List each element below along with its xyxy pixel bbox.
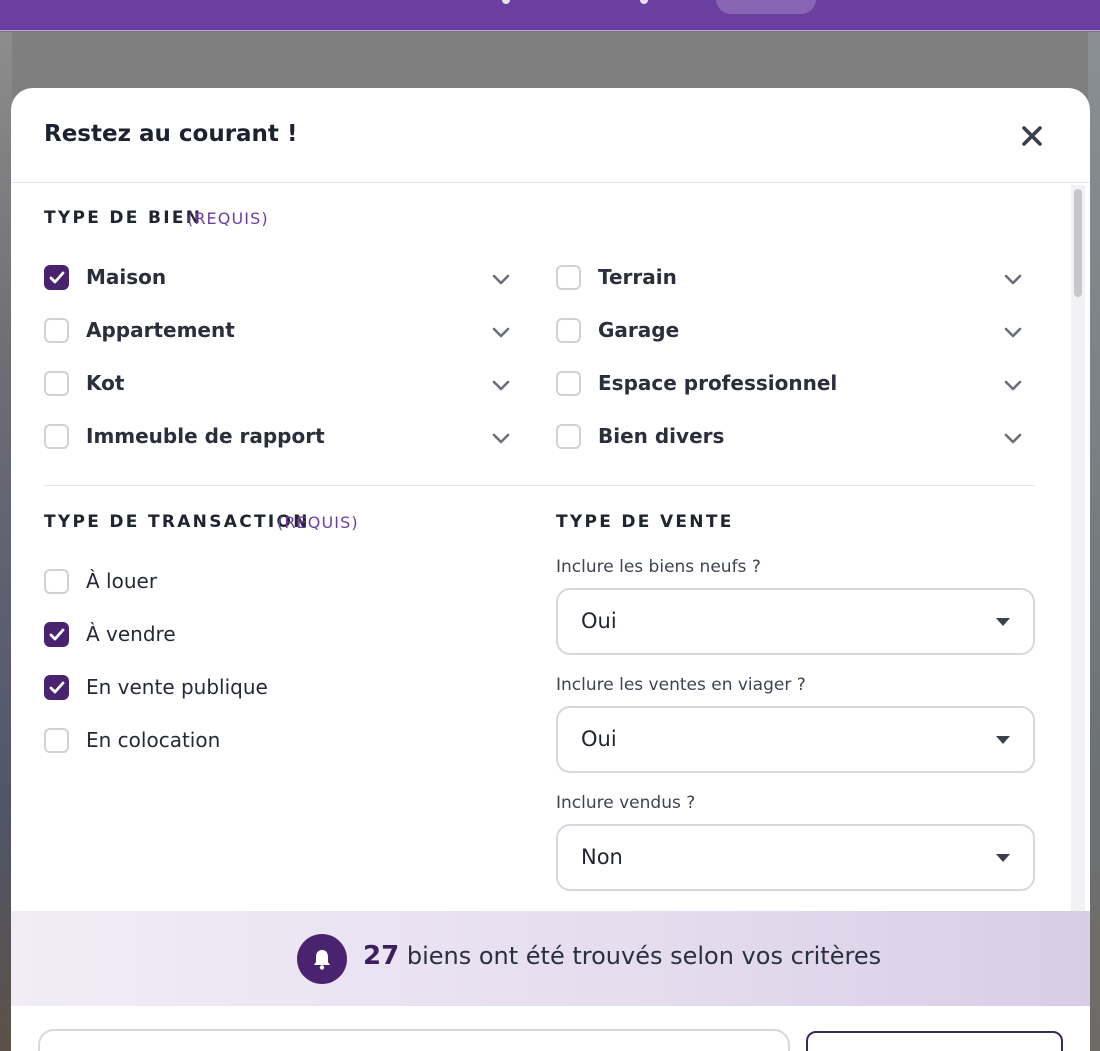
property-type-heading: TYPE DE BIEN bbox=[44, 208, 203, 228]
checkbox[interactable] bbox=[44, 674, 69, 700]
checkbox[interactable] bbox=[44, 568, 69, 594]
results-count: 27 bbox=[363, 941, 400, 971]
checkmark-icon bbox=[49, 271, 64, 283]
results-bar: 27 biens ont été trouvés selon vos critè… bbox=[11, 911, 1090, 1006]
chevron-down-icon bbox=[1004, 327, 1022, 338]
expand-subtypes-button[interactable] bbox=[492, 271, 510, 285]
property-type-option[interactable]: Espace professionnel bbox=[556, 369, 837, 397]
select-value: Non bbox=[581, 845, 623, 869]
results-text: biens ont été trouvés selon vos critères bbox=[406, 942, 882, 970]
option-label: Kot bbox=[86, 371, 125, 395]
expand-subtypes-button[interactable] bbox=[492, 324, 510, 338]
expand-subtypes-button[interactable] bbox=[492, 430, 510, 444]
caret-down-icon bbox=[996, 854, 1010, 862]
chevron-down-icon bbox=[492, 274, 510, 285]
modal-title: Restez au courant ! bbox=[44, 121, 298, 147]
expand-subtypes-button[interactable] bbox=[1004, 271, 1022, 285]
alert-modal: Restez au courant ! TYPE DE BIEN (REQUIS… bbox=[11, 88, 1090, 1051]
required-tag: (REQUIS) bbox=[277, 513, 359, 532]
scrollbar-thumb[interactable] bbox=[1074, 189, 1082, 297]
checkbox[interactable] bbox=[556, 423, 581, 449]
expand-subtypes-button[interactable] bbox=[1004, 430, 1022, 444]
property-type-option[interactable]: Bien divers bbox=[556, 422, 724, 450]
property-type-option[interactable]: Garage bbox=[556, 316, 679, 344]
sold-label: Inclure vendus ? bbox=[556, 793, 696, 813]
results-summary: 27 biens ont été trouvés selon vos critè… bbox=[363, 941, 881, 971]
checkmark-icon bbox=[49, 628, 64, 640]
scrollbar[interactable] bbox=[1071, 185, 1085, 915]
option-label: Garage bbox=[598, 318, 680, 342]
modal-header: Restez au courant ! bbox=[11, 88, 1090, 183]
transaction-type-option[interactable]: À vendre bbox=[44, 620, 176, 648]
option-label: Terrain bbox=[598, 265, 677, 289]
chevron-down-icon bbox=[492, 433, 510, 444]
option-label: En colocation bbox=[86, 728, 221, 752]
chevron-down-icon bbox=[492, 327, 510, 338]
checkbox[interactable] bbox=[44, 423, 69, 449]
select-value: Oui bbox=[581, 727, 617, 751]
expand-subtypes-button[interactable] bbox=[492, 377, 510, 391]
expand-subtypes-button[interactable] bbox=[1004, 377, 1022, 391]
caret-down-icon bbox=[996, 736, 1010, 744]
property-type-option[interactable]: Kot bbox=[44, 369, 124, 397]
option-label: À vendre bbox=[86, 622, 176, 646]
close-button[interactable] bbox=[1018, 122, 1046, 150]
nav-fragment bbox=[502, 0, 510, 4]
transaction-type-heading: TYPE DE TRANSACTION bbox=[44, 512, 310, 532]
bell-icon bbox=[314, 950, 330, 970]
required-tag: (REQUIS) bbox=[187, 209, 269, 228]
caret-down-icon bbox=[996, 618, 1010, 626]
chevron-down-icon bbox=[492, 380, 510, 391]
chevron-down-icon bbox=[1004, 380, 1022, 391]
alert-name-input[interactable] bbox=[38, 1029, 790, 1051]
checkbox[interactable] bbox=[44, 727, 69, 753]
checkbox[interactable] bbox=[44, 317, 69, 343]
nav-pill-button[interactable] bbox=[716, 0, 816, 14]
checkmark-icon bbox=[49, 681, 64, 693]
nav-fragment bbox=[640, 0, 648, 4]
option-label: Immeuble de rapport bbox=[86, 424, 325, 448]
checkbox[interactable] bbox=[44, 370, 69, 396]
property-type-option[interactable]: Maison bbox=[44, 263, 166, 291]
option-label: Bien divers bbox=[598, 424, 725, 448]
life-annuity-select[interactable]: Oui bbox=[556, 706, 1035, 773]
checkbox[interactable] bbox=[556, 317, 581, 343]
checkbox[interactable] bbox=[556, 370, 581, 396]
property-type-option[interactable]: Appartement bbox=[44, 316, 235, 344]
option-label: Appartement bbox=[86, 318, 235, 342]
bell-badge bbox=[297, 934, 347, 984]
option-label: En vente publique bbox=[86, 675, 268, 699]
new-properties-select[interactable]: Oui bbox=[556, 588, 1035, 655]
option-label: Maison bbox=[86, 265, 167, 289]
option-label: À louer bbox=[86, 569, 158, 593]
close-icon bbox=[1022, 126, 1042, 146]
transaction-type-option[interactable]: En vente publique bbox=[44, 673, 268, 701]
checkbox[interactable] bbox=[556, 264, 581, 290]
sale-type-heading: TYPE DE VENTE bbox=[556, 512, 734, 532]
sold-select[interactable]: Non bbox=[556, 824, 1035, 891]
expand-subtypes-button[interactable] bbox=[1004, 324, 1022, 338]
chevron-down-icon bbox=[1004, 274, 1022, 285]
submit-button[interactable] bbox=[806, 1031, 1063, 1051]
new-properties-label: Inclure les biens neufs ? bbox=[556, 557, 761, 577]
transaction-type-option[interactable]: En colocation bbox=[44, 726, 220, 754]
section-divider bbox=[44, 485, 1035, 486]
property-type-option[interactable]: Immeuble de rapport bbox=[44, 422, 325, 450]
checkbox[interactable] bbox=[44, 264, 69, 290]
option-label: Espace professionnel bbox=[598, 371, 838, 395]
transaction-type-option[interactable]: À louer bbox=[44, 567, 157, 595]
chevron-down-icon bbox=[1004, 433, 1022, 444]
top-navigation-bar bbox=[0, 0, 1100, 31]
checkbox[interactable] bbox=[44, 621, 69, 647]
life-annuity-label: Inclure les ventes en viager ? bbox=[556, 675, 806, 695]
property-type-option[interactable]: Terrain bbox=[556, 263, 677, 291]
select-value: Oui bbox=[581, 609, 617, 633]
